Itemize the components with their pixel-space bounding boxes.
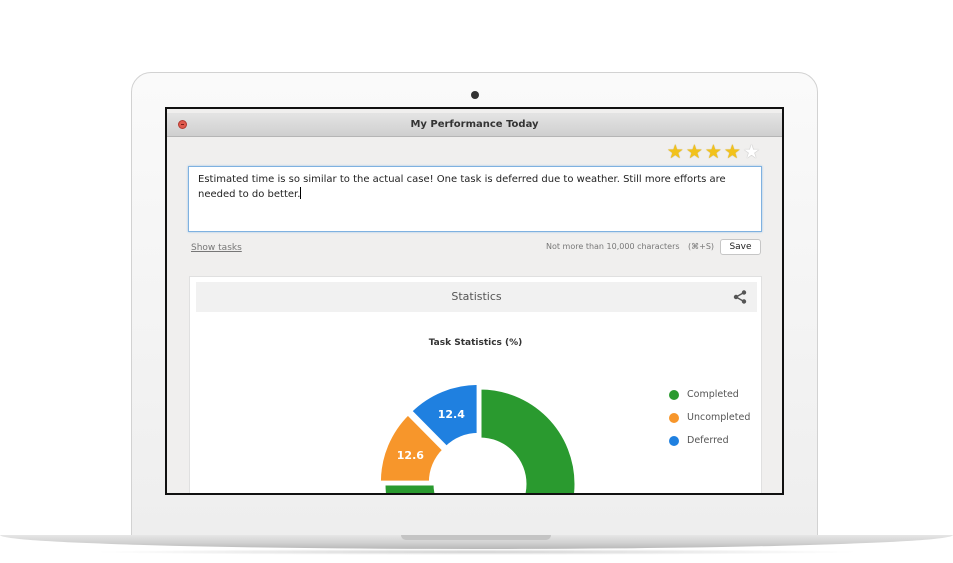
save-shortcut-hint: (⌘+S) xyxy=(688,242,715,251)
legend-label: Completed xyxy=(687,389,739,400)
chart-legend: Completed Uncompleted Deferred xyxy=(669,383,750,452)
char-limit-hint: Not more than 10,000 characters xyxy=(546,242,680,251)
title-bar: My Performance Today xyxy=(167,113,782,137)
note-text: Estimated time is so similar to the actu… xyxy=(198,174,726,200)
star-icon-4[interactable]: ★ xyxy=(724,142,741,162)
star-icon-5[interactable]: ★ xyxy=(743,142,760,162)
laptop-shadow xyxy=(90,549,863,555)
data-label-uncompleted: 12.6 xyxy=(397,449,424,462)
chart-title: Task Statistics (%) xyxy=(428,338,523,348)
legend-label: Uncompleted xyxy=(687,412,751,423)
laptop-notch xyxy=(401,535,551,540)
star-icon-2[interactable]: ★ xyxy=(686,142,703,162)
statistics-title: Statistics xyxy=(451,290,502,303)
app-window: My Performance Today ★ ★ ★ ★ ★ Estimated tim… xyxy=(167,109,782,493)
legend-item-uncompleted[interactable]: Uncompleted xyxy=(669,406,750,429)
save-button[interactable]: Save xyxy=(720,239,761,255)
close-icon[interactable] xyxy=(178,120,187,129)
text-cursor xyxy=(300,187,302,199)
legend-dot xyxy=(669,435,679,446)
statistics-header: Statistics xyxy=(196,282,757,312)
star-icon-3[interactable]: ★ xyxy=(705,142,722,162)
statistics-panel: Statistics Task Statistics (%) 12.6 12.4 … xyxy=(189,276,762,493)
donut-chart: 12.6 12.4 xyxy=(380,384,578,493)
legend-item-completed[interactable]: Completed xyxy=(669,383,750,406)
window-title: My Performance Today xyxy=(410,119,539,130)
share-icon[interactable] xyxy=(733,290,747,304)
star-icon-1[interactable]: ★ xyxy=(667,142,684,162)
note-textarea[interactable]: Estimated time is so similar to the actu… xyxy=(188,166,762,232)
legend-dot xyxy=(669,389,679,400)
show-tasks-link[interactable]: Show tasks xyxy=(191,243,242,253)
star-rating[interactable]: ★ ★ ★ ★ ★ xyxy=(667,142,760,162)
data-label-deferred: 12.4 xyxy=(438,408,465,421)
camera-dot xyxy=(471,91,479,99)
legend-label: Deferred xyxy=(687,435,729,446)
legend-item-deferred[interactable]: Deferred xyxy=(669,429,750,452)
laptop-screen: My Performance Today ★ ★ ★ ★ ★ Estimated tim… xyxy=(165,107,784,495)
legend-dot xyxy=(669,412,679,423)
